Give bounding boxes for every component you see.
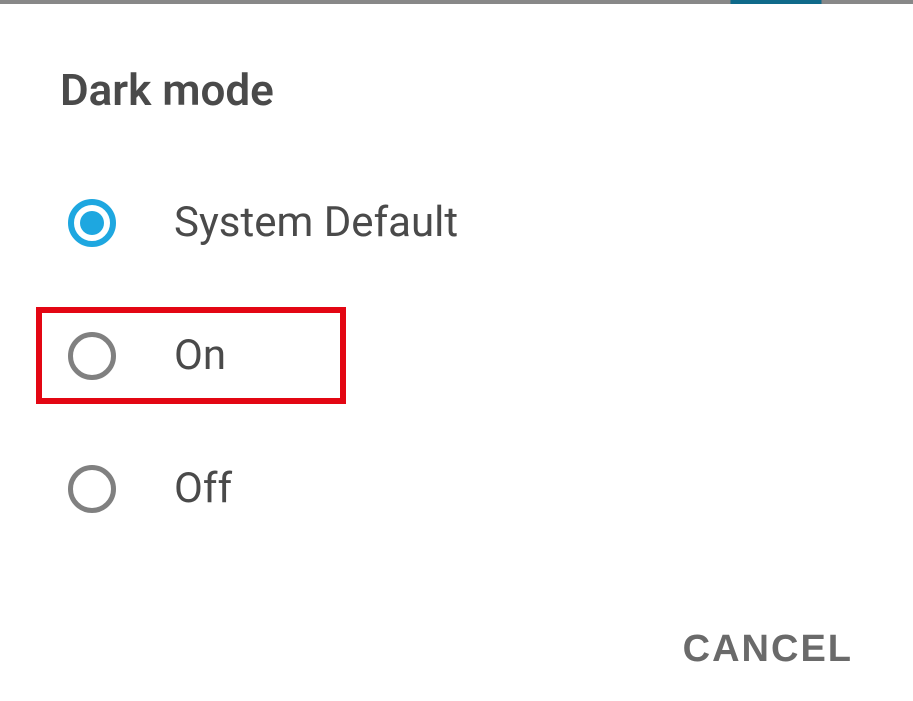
option-label: Off [174,464,232,513]
option-system-default[interactable]: System Default [60,186,853,259]
radio-selected-icon [68,199,116,247]
dialog-actions: CANCEL [683,628,853,671]
radio-unselected-icon [68,465,116,513]
option-off[interactable]: Off [60,452,853,525]
dialog-title: Dark mode [60,64,853,116]
options-list: System Default On Off [60,186,853,525]
option-label: System Default [174,198,458,247]
option-on[interactable]: On [36,307,346,404]
option-label: On [174,331,226,380]
radio-unselected-icon [68,332,116,380]
cancel-button[interactable]: CANCEL [683,628,853,671]
dark-mode-dialog: Dark mode System Default On Off CANCEL [0,4,913,565]
